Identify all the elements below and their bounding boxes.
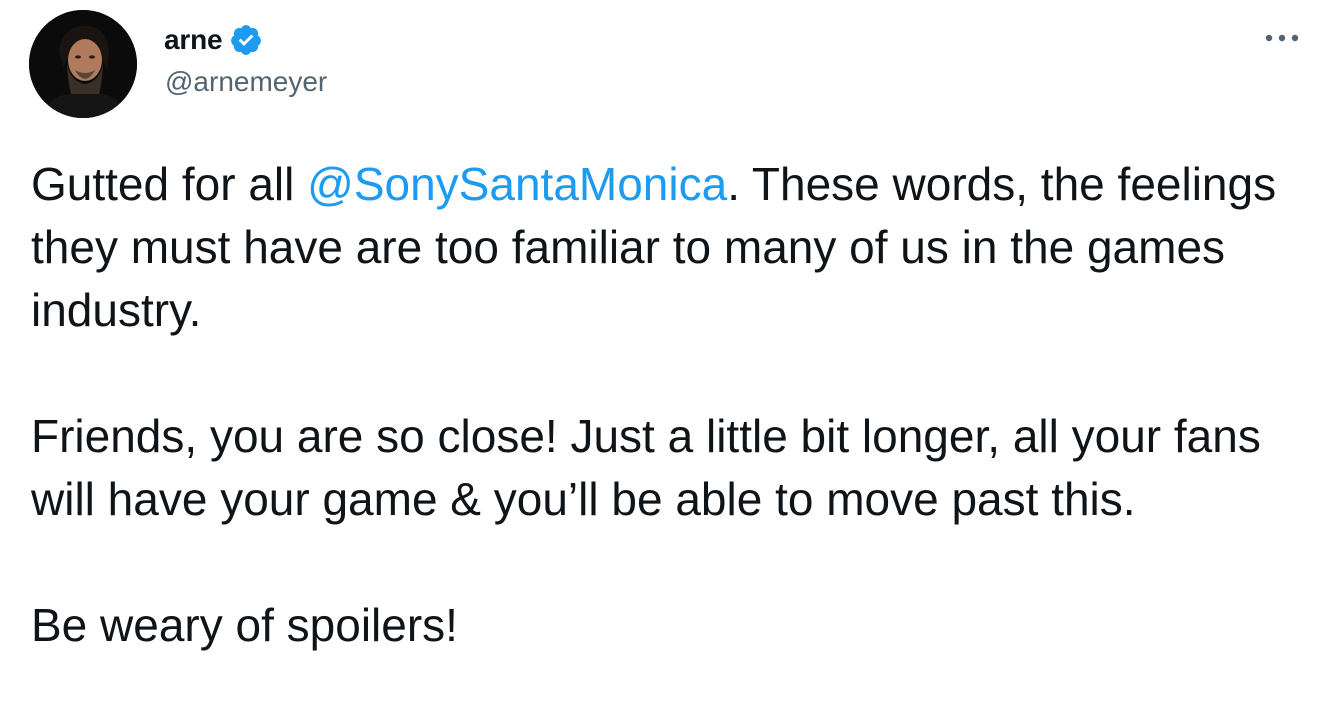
tweet-text-segment: Gutted for all bbox=[31, 158, 308, 210]
avatar[interactable] bbox=[29, 10, 137, 118]
author-display-name[interactable]: arne bbox=[164, 24, 223, 56]
author-handle[interactable]: @arnemeyer bbox=[165, 66, 327, 98]
tweet: arne @arnemeyer Gutted for all @SonySant… bbox=[0, 0, 1326, 723]
avatar-image bbox=[29, 10, 137, 118]
more-options-button[interactable] bbox=[1260, 26, 1304, 50]
author-name-row: arne bbox=[164, 22, 263, 58]
verified-badge-icon bbox=[229, 23, 263, 57]
tweet-paragraph: Be weary of spoilers! bbox=[31, 599, 458, 651]
tweet-text: Gutted for all @SonySantaMonica. These w… bbox=[31, 153, 1321, 657]
tweet-paragraph: Gutted for all @SonySantaMonica. These w… bbox=[31, 153, 1321, 342]
mention-link[interactable]: @SonySantaMonica bbox=[307, 158, 727, 210]
tweet-paragraph: Friends, you are so close! Just a little… bbox=[31, 410, 1261, 525]
more-horizontal-icon bbox=[1265, 34, 1299, 42]
